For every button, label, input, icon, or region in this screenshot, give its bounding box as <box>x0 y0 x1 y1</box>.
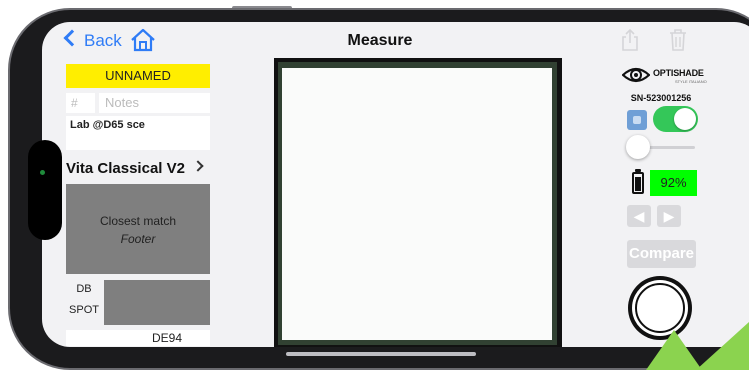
brand-tagline: STYLE ITALIANO <box>675 79 707 84</box>
measurement-info-box: Lab @D65 sce <box>66 116 210 150</box>
delta-e-readout: DE94 <box>66 330 210 346</box>
device-serial: SN-523001256 <box>630 93 692 103</box>
back-button[interactable]: Back <box>84 30 122 52</box>
closest-match-value: Footer <box>120 232 156 246</box>
light-icon <box>627 110 647 130</box>
battery-fill <box>635 177 641 191</box>
shade-guide-selector[interactable]: Vita Classical V2 <box>66 158 185 180</box>
home-indicator <box>286 352 476 356</box>
closest-match-title: Closest match <box>99 214 177 228</box>
eye-icon <box>622 67 650 83</box>
trash-icon[interactable] <box>668 28 688 52</box>
slider-thumb[interactable] <box>626 135 650 159</box>
db-label: DB <box>76 283 92 295</box>
shade-name-field[interactable]: UNNAMED <box>66 64 210 88</box>
notes-field[interactable]: Notes <box>99 93 210 113</box>
battery-icon <box>632 172 644 194</box>
compare-button[interactable]: Compare <box>627 240 696 268</box>
decorative-stripes <box>646 322 749 370</box>
arrow-left-icon[interactable]: ◀ <box>627 205 651 227</box>
shade-number-field[interactable]: # <box>66 93 95 113</box>
spot-label: SPOT <box>69 304 99 316</box>
camera-preview[interactable] <box>282 68 552 340</box>
battery-level: 92% <box>650 170 697 196</box>
arrow-right-icon[interactable]: ▶ <box>657 205 681 227</box>
home-icon[interactable] <box>130 28 156 52</box>
page-title: Measure <box>347 32 413 49</box>
closest-match-panel: Closest match Footer <box>66 184 210 274</box>
light-toggle[interactable] <box>653 106 698 132</box>
color-swatch <box>104 280 210 325</box>
share-icon[interactable] <box>620 28 640 52</box>
toggle-knob[interactable] <box>674 108 696 130</box>
brand-logo-text: OPTISHADE <box>653 68 704 78</box>
front-camera <box>40 170 45 175</box>
dynamic-island <box>28 140 62 240</box>
